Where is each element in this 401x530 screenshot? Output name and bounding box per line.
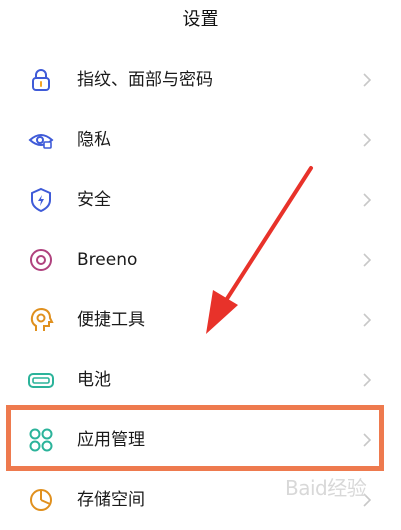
settings-item-password[interactable]: 指纹、面部与密码 <box>0 50 401 110</box>
settings-item-label: 电池 <box>77 370 111 390</box>
page-title: 设置 <box>182 9 219 30</box>
settings-item-security[interactable]: 安全 <box>0 170 401 230</box>
settings-item-label: 便捷工具 <box>77 310 145 330</box>
storage-pie-icon <box>30 489 52 511</box>
chevron-right-icon <box>363 253 372 267</box>
chevron-right-icon <box>363 133 372 147</box>
settings-item-label: Breeno <box>77 250 138 270</box>
battery-icon <box>28 373 54 388</box>
settings-item-breeno[interactable]: Breeno <box>0 230 401 290</box>
settings-item-privacy[interactable]: 隐私 <box>0 110 401 170</box>
settings-item-label: 安全 <box>77 190 111 210</box>
settings-item-label: 指纹、面部与密码 <box>77 70 213 90</box>
chevron-right-icon <box>363 373 372 387</box>
baidu-watermark: Baid经验 <box>285 476 367 500</box>
chevron-right-icon <box>363 193 372 207</box>
tools-head-icon <box>30 307 54 331</box>
shield-icon <box>31 187 51 213</box>
settings-item-battery[interactable]: 电池 <box>0 350 401 410</box>
highlight-box <box>6 405 384 471</box>
settings-item-label: 隐私 <box>77 130 111 150</box>
settings-item-tools[interactable]: 便捷工具 <box>0 290 401 350</box>
chevron-right-icon <box>363 73 372 87</box>
privacy-eye-icon <box>28 134 54 149</box>
chevron-right-icon <box>363 313 372 327</box>
lock-icon <box>32 69 50 91</box>
settings-item-label: 存储空间 <box>77 490 145 510</box>
breeno-icon <box>30 249 52 271</box>
